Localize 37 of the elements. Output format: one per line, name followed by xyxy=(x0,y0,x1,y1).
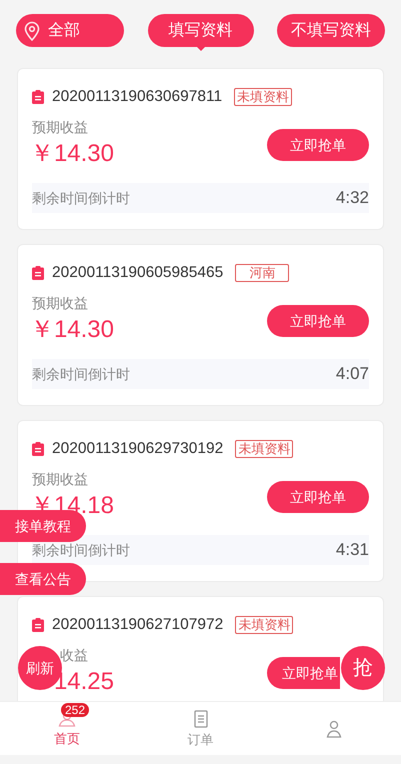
countdown-label: 剩余时间倒计时 xyxy=(32,188,130,208)
income-label: 收益 xyxy=(60,646,88,664)
clipboard-icon xyxy=(32,266,44,280)
income-label: 预期收益 xyxy=(32,118,88,136)
status-tag: 未填资料 xyxy=(235,616,294,634)
grab-order-button[interactable]: 立即抢单 xyxy=(267,657,340,689)
nav-tab[interactable]: 订单 xyxy=(134,702,268,755)
filter-tab[interactable]: 全部 xyxy=(16,14,124,47)
count-badge: 252 xyxy=(61,703,90,717)
user-icon xyxy=(326,720,342,738)
countdown-time: 4:31 xyxy=(336,539,369,562)
nav-tab[interactable]: 252 首页 xyxy=(0,702,134,755)
clipboard-icon xyxy=(32,618,44,632)
order-number: 20200113190605985465 xyxy=(52,263,224,284)
order-number: 20200113190629730192 xyxy=(52,439,224,460)
countdown-time: 4:07 xyxy=(336,363,369,386)
filter-tab[interactable]: 不填写资料 xyxy=(277,14,385,47)
countdown-label: 剩余时间倒计时 xyxy=(32,540,130,560)
countdown-time: 4:32 xyxy=(336,187,369,210)
grab-order-button[interactable]: 立即抢单 xyxy=(267,305,369,337)
income-label: 预期收益 xyxy=(32,294,88,312)
status-tag: 未填资料 xyxy=(234,88,292,106)
grab-order-button[interactable]: 立即抢单 xyxy=(267,129,369,161)
status-tag: 河南 xyxy=(235,264,290,282)
clipboard-icon xyxy=(32,90,44,104)
income-amount: ￥14.30 xyxy=(30,139,114,169)
status-tag: 未填资料 xyxy=(235,440,294,458)
income-label: 预期收益 xyxy=(32,470,88,488)
clipboard-icon xyxy=(32,442,44,456)
side-button[interactable]: 查看公告 xyxy=(0,563,86,595)
document-icon xyxy=(194,710,208,728)
grab-order-button[interactable]: 立即抢单 xyxy=(267,481,369,513)
location-pin-icon xyxy=(24,20,40,40)
countdown-label: 剩余时间倒计时 xyxy=(32,364,130,384)
order-number: 20200113190627107972 xyxy=(52,615,224,636)
income-amount: ￥14.30 xyxy=(30,315,114,345)
order-number: 20200113190630697811 xyxy=(52,87,222,108)
